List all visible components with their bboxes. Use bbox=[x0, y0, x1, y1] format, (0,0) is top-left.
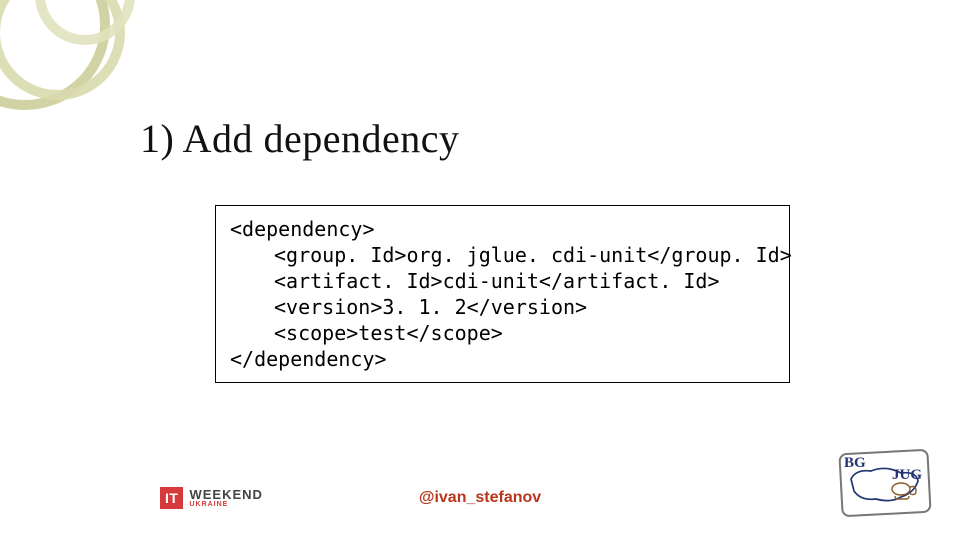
bulgaria-map-icon bbox=[846, 459, 924, 509]
code-line: <artifact. Id>cdi-unit</artifact. Id> bbox=[230, 268, 720, 294]
bgjug-logo: BG JUG bbox=[840, 451, 930, 515]
slide: 1) Add dependency <dependency> <group. I… bbox=[0, 0, 960, 540]
code-block: <dependency> <group. Id>org. jglue. cdi-… bbox=[215, 205, 790, 383]
code-line: <scope>test</scope> bbox=[230, 320, 503, 346]
code-line: <group. Id>org. jglue. cdi-unit</group. … bbox=[230, 242, 792, 268]
ring-icon bbox=[35, 0, 135, 45]
twitter-handle: @ivan_stefanov bbox=[0, 489, 960, 507]
code-line: <version>3. 1. 2</version> bbox=[230, 294, 587, 320]
footer: IT WEEKEND UKRAINE @ivan_stefanov BG JUG bbox=[0, 455, 960, 515]
slide-title: 1) Add dependency bbox=[140, 115, 460, 162]
ring-icon bbox=[0, 0, 110, 110]
corner-ornament bbox=[0, 0, 150, 110]
code-line: </dependency> bbox=[230, 346, 775, 372]
code-line: <dependency> bbox=[230, 216, 775, 242]
ring-icon bbox=[0, 0, 125, 100]
